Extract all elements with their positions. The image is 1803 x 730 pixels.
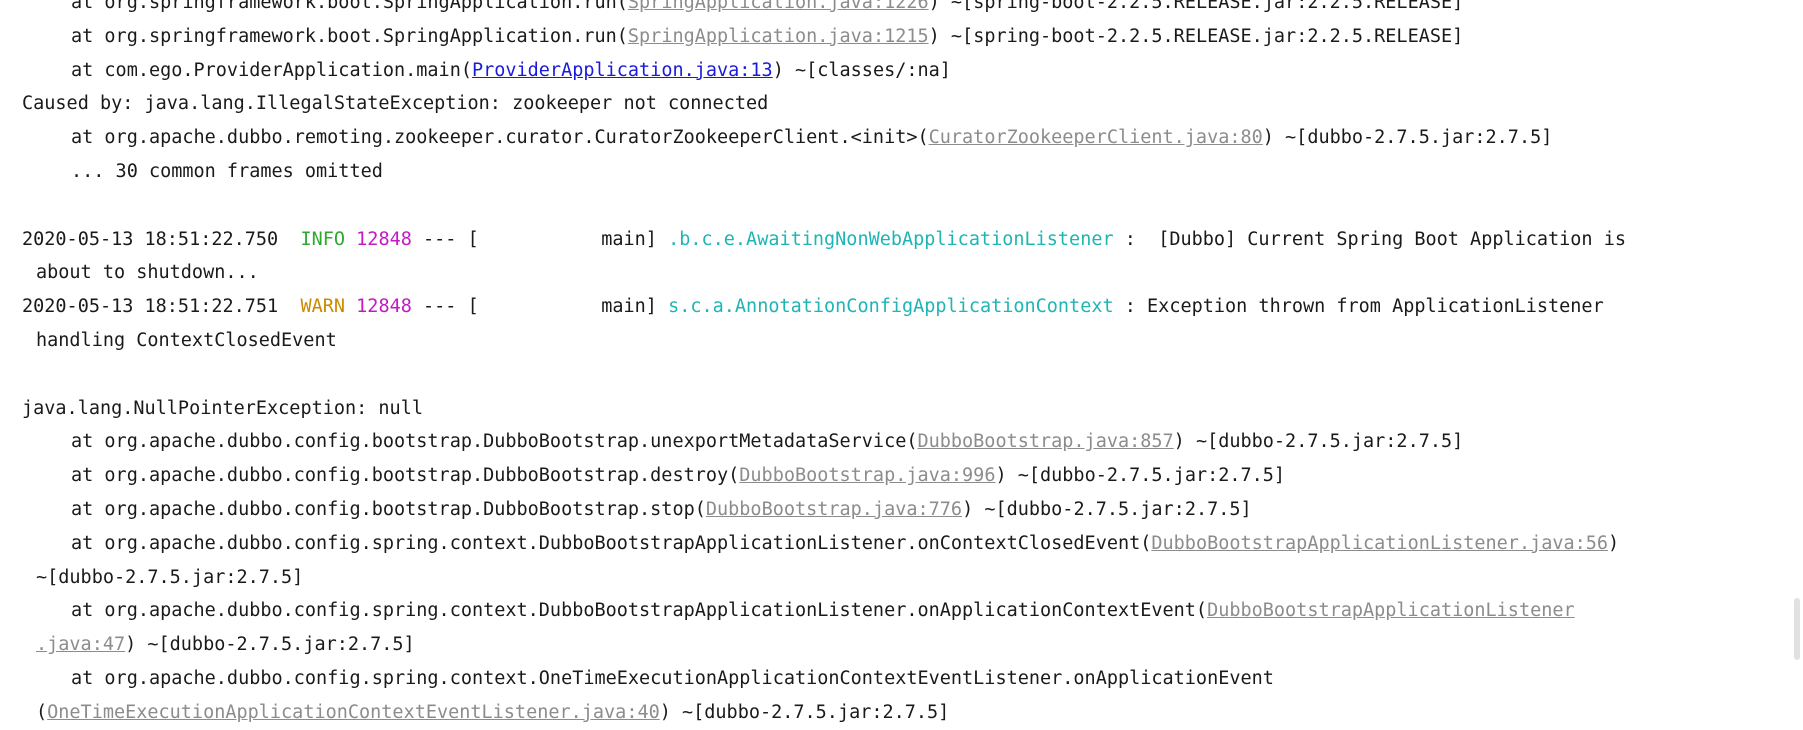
log-logger: .b.c.e.AwaitingNonWebApplicationListener <box>668 228 1114 250</box>
source-link[interactable]: ProviderApplication.java:13 <box>472 60 773 81</box>
frame-jar: ) ~[classes/:na] <box>772 59 951 81</box>
frame-open: ( <box>36 701 48 723</box>
source-link[interactable]: CuratorZookeeperClient.java:80 <box>929 127 1263 148</box>
frame-text: at org.apache.dubbo.config.spring.contex… <box>71 532 1152 554</box>
stack-frame-cont: (OneTimeExecutionApplicationContextEvent… <box>22 696 1789 730</box>
frame-jar: ) ~[dubbo-2.7.5.jar:2.7.5] <box>659 701 950 723</box>
stack-frame: at org.apache.dubbo.config.bootstrap.Dub… <box>22 493 1789 527</box>
caused-by-line: Caused by: java.lang.IllegalStateExcepti… <box>22 93 769 115</box>
frames-omitted: ... 30 common frames omitted <box>71 160 383 182</box>
frame-jar: ) ~[dubbo-2.7.5.jar:2.7.5] <box>962 498 1252 520</box>
frame-jar: ) ~[dubbo-2.7.5.jar:2.7.5] <box>125 634 415 656</box>
stack-frame-cont: .java:47) ~[dubbo-2.7.5.jar:2.7.5] <box>22 628 1789 662</box>
frame-jar: ) ~[dubbo-2.7.5.jar:2.7.5] <box>995 465 1286 487</box>
log-separator: --- [ <box>423 228 479 250</box>
frame-text: at org.apache.dubbo.config.spring.contex… <box>71 600 1208 622</box>
frame-text: at org.apache.dubbo.remoting.zookeeper.c… <box>71 127 929 149</box>
log-entry-info: 2020-05-13 18:51:22.750 INFO 12848 --- [… <box>22 223 1789 257</box>
stack-frame: at org.springframework.boot.SpringApplic… <box>22 20 1789 54</box>
log-pid: 12848 <box>356 296 412 318</box>
stack-frame: at org.apache.dubbo.config.spring.contex… <box>22 527 1789 561</box>
source-link-cont[interactable]: .java:47 <box>36 634 125 655</box>
frame-jar: ) ~[dubbo-2.7.5.jar:2.7.5] <box>1262 127 1553 149</box>
console-output: at org.springframework.boot.SpringApplic… <box>22 0 1789 730</box>
stack-frame: at org.apache.dubbo.config.spring.contex… <box>71 667 1274 689</box>
stack-frame: at com.ego.ProviderApplication.main(Prov… <box>22 54 1789 88</box>
source-link[interactable]: DubboBootstrap.java:996 <box>739 465 995 486</box>
vertical-scrollbar[interactable] <box>1789 0 1803 710</box>
frame-text: at org.springframework.boot.SpringApplic… <box>71 0 628 13</box>
source-link[interactable]: DubboBootstrapApplicationListener.java:5… <box>1151 533 1608 554</box>
log-level: INFO <box>300 228 346 250</box>
log-colon: : <box>1124 296 1136 318</box>
log-timestamp: 2020-05-13 18:51:22.751 <box>22 296 279 318</box>
frame-text: at org.apache.dubbo.config.bootstrap.Dub… <box>71 465 740 487</box>
log-thread: main] <box>601 296 657 318</box>
source-link[interactable]: DubboBootstrapApplicationListener <box>1207 600 1575 621</box>
source-link[interactable]: DubboBootstrap.java:776 <box>706 499 962 520</box>
stack-frame: at org.springframework.boot.SpringApplic… <box>22 0 1789 20</box>
scrollbar-thumb[interactable] <box>1794 598 1800 660</box>
exception-line: java.lang.NullPointerException: null <box>22 397 423 419</box>
frame-text: at org.apache.dubbo.config.bootstrap.Dub… <box>71 498 706 520</box>
log-message: [Dubbo] Current Spring Boot Application … <box>1158 228 1626 250</box>
stack-frame: at org.apache.dubbo.remoting.zookeeper.c… <box>22 121 1789 155</box>
frame-jar: ) ~[dubbo-2.7.5.jar:2.7.5] <box>1173 431 1464 453</box>
source-link[interactable]: SpringApplication.java:1226 <box>628 0 929 13</box>
stack-frame: at org.apache.dubbo.config.bootstrap.Dub… <box>22 425 1789 459</box>
frame-text: at com.ego.ProviderApplication.main( <box>71 59 472 81</box>
frame-text: at org.apache.dubbo.config.bootstrap.Dub… <box>71 431 918 453</box>
stack-frame-cont: ~[dubbo-2.7.5.jar:2.7.5] <box>36 566 304 588</box>
log-message-cont: about to shutdown... <box>36 262 259 284</box>
frame-text: at org.springframework.boot.SpringApplic… <box>71 25 628 47</box>
source-link[interactable]: DubboBootstrap.java:857 <box>917 431 1173 452</box>
stack-frame: at org.apache.dubbo.config.spring.contex… <box>22 594 1789 628</box>
log-timestamp: 2020-05-13 18:51:22.750 <box>22 228 279 250</box>
stack-frame: at org.apache.dubbo.config.bootstrap.Dub… <box>22 459 1789 493</box>
log-message-cont: handling ContextClosedEvent <box>36 329 337 351</box>
log-colon: : <box>1124 228 1136 250</box>
frame-close: ) <box>1608 532 1620 554</box>
log-pid: 12848 <box>356 228 412 250</box>
log-separator: --- [ <box>423 296 479 318</box>
frame-jar: ) ~[spring-boot-2.2.5.RELEASE.jar:2.2.5.… <box>928 25 1464 47</box>
log-message: Exception thrown from ApplicationListene… <box>1147 296 1604 318</box>
frame-jar: ) ~[spring-boot-2.2.5.RELEASE.jar:2.2.5.… <box>928 0 1464 13</box>
log-level: WARN <box>300 296 346 318</box>
log-logger: s.c.a.AnnotationConfigApplicationContext <box>668 296 1114 318</box>
source-link[interactable]: SpringApplication.java:1215 <box>628 26 929 47</box>
source-link[interactable]: OneTimeExecutionApplicationContextEventL… <box>47 702 660 723</box>
log-thread: main] <box>601 228 657 250</box>
log-entry-warn: 2020-05-13 18:51:22.751 WARN 12848 --- [… <box>22 290 1789 324</box>
